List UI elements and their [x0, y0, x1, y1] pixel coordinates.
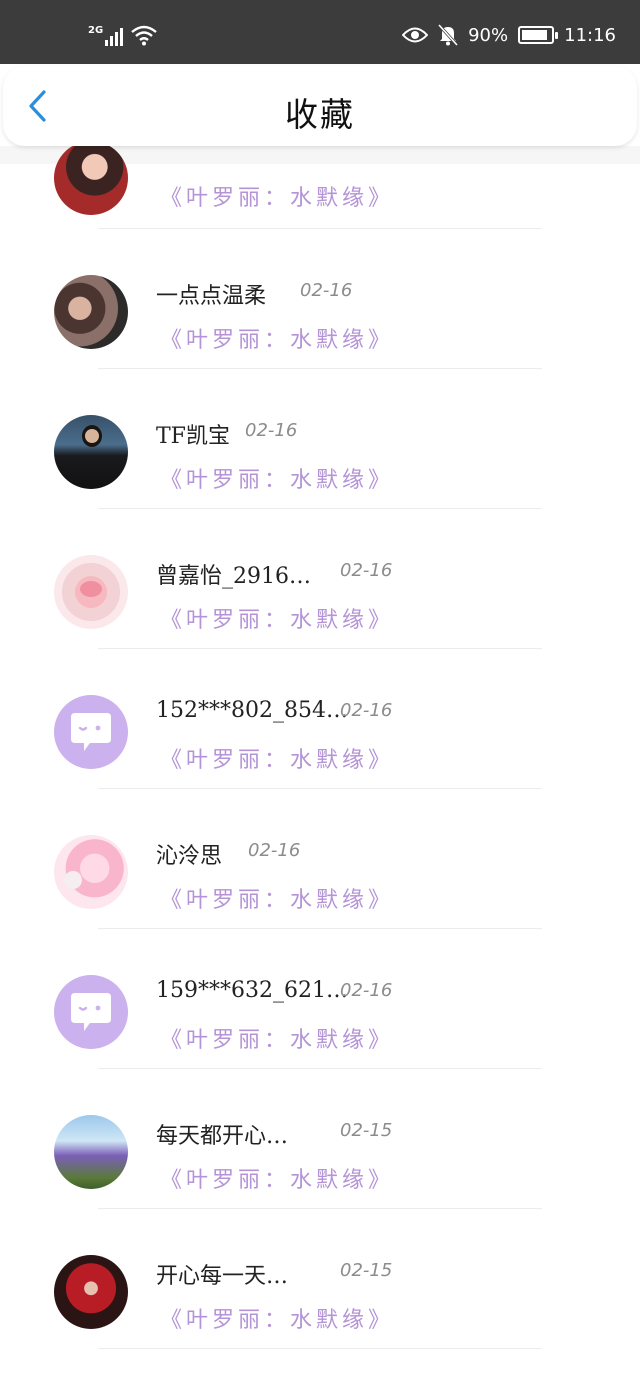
avatar[interactable]	[54, 141, 128, 215]
list-item[interactable]: 159***632_621… 02-16 《叶罗丽：水默缘》	[0, 928, 640, 1069]
chat-bubble-icon	[71, 993, 111, 1031]
list-item[interactable]: 一点点温柔 02-16 《叶罗丽：水默缘》	[0, 228, 640, 369]
list-item[interactable]: 152***802_854… 02-16 《叶罗丽：水默缘》	[0, 648, 640, 789]
date: 02-16	[248, 840, 301, 861]
list-item[interactable]: 沁泠思 02-16 《叶罗丽：水默缘》	[0, 788, 640, 929]
book-title[interactable]: 《叶罗丽：水默缘》	[160, 1022, 394, 1054]
avatar[interactable]	[54, 275, 128, 349]
book-title[interactable]: 《叶罗丽：水默缘》	[160, 322, 394, 354]
avatar[interactable]	[54, 1115, 128, 1189]
list-item[interactable]: 开心每一天… 02-15 《叶罗丽：水默缘》	[0, 1208, 640, 1349]
date: 02-15	[340, 1120, 393, 1141]
book-title[interactable]: 《叶罗丽：水默缘》	[160, 742, 394, 774]
user-name: 沁泠思	[156, 844, 223, 869]
list-item[interactable]: TF凯宝 02-16 《叶罗丽：水默缘》	[0, 368, 640, 509]
list-item[interactable]: 曾嘉怡_2916… 02-16 《叶罗丽：水默缘》	[0, 508, 640, 649]
avatar[interactable]	[54, 555, 128, 629]
date: 02-16	[300, 280, 353, 301]
book-title[interactable]: 《叶罗丽：水默缘》	[160, 882, 394, 914]
avatar[interactable]	[54, 695, 128, 769]
user-name: 152***802_854…	[156, 698, 348, 723]
avatar[interactable]	[54, 415, 128, 489]
avatar[interactable]	[54, 835, 128, 909]
user-name: 一点点温柔	[156, 284, 267, 309]
favorites-list: 《叶罗丽：水默缘》 一点点温柔 02-16 《叶罗丽：水默缘》 TF凯宝 02-…	[0, 0, 640, 1387]
avatar[interactable]	[54, 1255, 128, 1329]
book-title[interactable]: 《叶罗丽：水默缘》	[160, 1162, 394, 1194]
user-name: 每天都开心…	[156, 1124, 289, 1149]
date: 02-16	[340, 560, 393, 581]
book-title[interactable]: 《叶罗丽：水默缘》	[160, 602, 394, 634]
page-title: 收藏	[285, 95, 355, 134]
user-name: 159***632_621…	[156, 978, 348, 1003]
divider	[98, 1348, 542, 1349]
list-item[interactable]: 每天都开心… 02-15 《叶罗丽：水默缘》	[0, 1068, 640, 1209]
book-title[interactable]: 《叶罗丽：水默缘》	[160, 1302, 394, 1334]
date: 02-15	[340, 1260, 393, 1281]
chat-bubble-icon	[71, 713, 111, 751]
book-title[interactable]: 《叶罗丽：水默缘》	[160, 462, 394, 494]
header-bar: 收藏	[3, 66, 637, 146]
book-title[interactable]: 《叶罗丽：水默缘》	[160, 180, 394, 212]
date: 02-16	[340, 980, 393, 1001]
date: 02-16	[245, 420, 298, 441]
user-name: 曾嘉怡_2916…	[156, 564, 311, 589]
avatar[interactable]	[54, 975, 128, 1049]
user-name: TF凯宝	[156, 424, 230, 449]
user-name: 开心每一天…	[156, 1264, 289, 1289]
date: 02-16	[340, 700, 393, 721]
